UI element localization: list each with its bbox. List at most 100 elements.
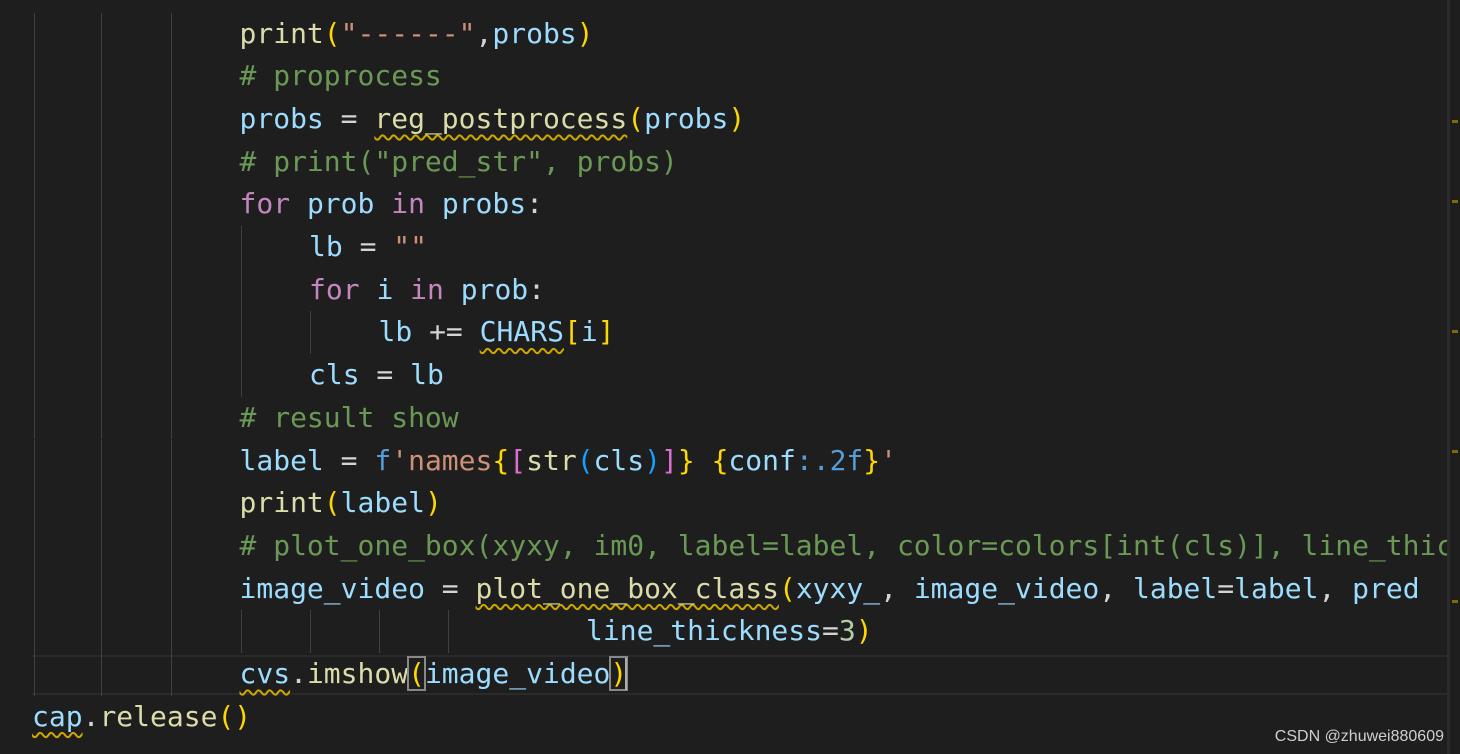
code-token: plot_one_box_class bbox=[475, 571, 779, 605]
code-token: i bbox=[580, 315, 598, 349]
code-editor[interactable]: print("------",probs) # proprocess probs =… bbox=[0, 0, 1450, 754]
indent-guide bbox=[241, 226, 242, 269]
vertical-scrollbar[interactable] bbox=[1450, 0, 1460, 754]
code-line[interactable]: # print("pred_str", probs) bbox=[0, 140, 1450, 184]
code-line[interactable]: probs = reg_postprocess(probs) bbox=[0, 97, 1450, 141]
code-token: ( bbox=[576, 443, 594, 477]
indent-guide bbox=[171, 653, 172, 696]
code-token: lb bbox=[410, 358, 444, 392]
code-text[interactable]: label = f'names{[str(cls)]} {conf:.2f}' bbox=[240, 440, 898, 483]
indent-guide bbox=[171, 311, 172, 355]
code-token: ( bbox=[778, 571, 796, 605]
code-text[interactable]: for prob in probs: bbox=[240, 183, 543, 226]
code-token: , bbox=[1318, 571, 1353, 605]
code-line[interactable]: label = f'names{[str(cls)]} {conf:.2f}' bbox=[0, 439, 1450, 483]
code-token: xyxy_ bbox=[795, 571, 881, 605]
indent-guide bbox=[171, 183, 172, 226]
code-line[interactable]: cap.release() bbox=[0, 696, 1450, 739]
code-text[interactable]: print("------",probs) bbox=[240, 13, 594, 56]
code-line[interactable]: cvs.imshow(image_video) bbox=[0, 653, 1450, 696]
indent-guide bbox=[101, 97, 102, 141]
indent-guide bbox=[101, 226, 102, 269]
code-line[interactable]: # plot_one_box(xyxy, im0, label=label, c… bbox=[0, 524, 1451, 568]
code-token: lb bbox=[378, 315, 413, 349]
code-token: 'names bbox=[391, 443, 493, 477]
code-token: ( bbox=[323, 486, 341, 520]
code-line[interactable]: cls = lb bbox=[0, 354, 1450, 397]
code-token: 3 bbox=[838, 614, 856, 648]
indent-guide bbox=[101, 140, 102, 184]
code-token: = bbox=[359, 358, 411, 392]
code-line[interactable]: lb = "" bbox=[0, 226, 1450, 269]
code-text[interactable]: cvs.imshow(image_video) bbox=[240, 653, 629, 696]
code-token: . bbox=[82, 699, 100, 733]
code-token: cls bbox=[593, 443, 645, 477]
code-text[interactable]: print(label) bbox=[240, 482, 442, 525]
code-token: in bbox=[410, 272, 444, 306]
code-token: += bbox=[412, 315, 480, 349]
code-text[interactable]: # proprocess bbox=[240, 55, 442, 98]
code-token: line_thickness bbox=[586, 614, 823, 648]
code-token: , bbox=[880, 571, 914, 605]
code-text[interactable]: # result show bbox=[240, 397, 459, 440]
code-comment: # print("pred_str", probs) bbox=[239, 144, 678, 178]
indent-guide bbox=[34, 354, 35, 397]
code-line[interactable]: image_video = plot_one_box_class(xyxy_, … bbox=[0, 567, 1450, 611]
indent-guide bbox=[34, 396, 35, 440]
watermark: CSDN @zhuwei880609 bbox=[1274, 728, 1444, 745]
code-token: for bbox=[309, 272, 360, 306]
indent-guide bbox=[34, 12, 35, 56]
code-token: ) bbox=[728, 101, 746, 135]
code-text[interactable]: probs = reg_postprocess(probs) bbox=[240, 98, 746, 141]
indent-guide bbox=[101, 396, 102, 440]
code-line[interactable]: # proprocess bbox=[0, 55, 1450, 98]
indent-guide bbox=[34, 653, 35, 696]
indent-guide bbox=[101, 439, 102, 483]
code-text[interactable]: for i in prob: bbox=[309, 269, 545, 312]
code-token: , bbox=[1099, 571, 1133, 605]
code-line[interactable]: print("------",probs) bbox=[0, 12, 1450, 56]
code-text[interactable]: cap.release() bbox=[32, 696, 251, 739]
code-text[interactable]: image_video = plot_one_box_class(xyxy_, … bbox=[240, 568, 1420, 611]
code-token: probs bbox=[492, 16, 577, 50]
indent-guide bbox=[171, 12, 172, 56]
code-token: { bbox=[492, 443, 510, 477]
indent-guide bbox=[171, 97, 172, 141]
indent-guide bbox=[241, 610, 242, 653]
code-token: cls bbox=[309, 358, 360, 392]
code-token: conf bbox=[728, 443, 796, 477]
code-text[interactable]: lb = "" bbox=[309, 226, 427, 269]
code-line[interactable]: print(label) bbox=[0, 482, 1450, 525]
code-text[interactable]: # print("pred_str", probs) bbox=[240, 141, 678, 184]
code-text[interactable]: # plot_one_box(xyxy, im0, label=label, c… bbox=[240, 525, 1451, 568]
text-cursor bbox=[625, 658, 628, 690]
code-token: pred bbox=[1352, 571, 1420, 605]
code-token: image_video bbox=[913, 571, 1100, 605]
code-token: ] bbox=[597, 315, 615, 349]
indent-guide bbox=[171, 610, 172, 653]
code-token: = bbox=[342, 230, 394, 263]
code-token: probs bbox=[441, 187, 527, 221]
indent-guide bbox=[171, 140, 172, 184]
code-text[interactable]: line_thickness=3) bbox=[586, 610, 873, 653]
indent-guide bbox=[101, 311, 102, 355]
code-token: prob bbox=[460, 272, 529, 306]
code-line[interactable]: line_thickness=3) bbox=[0, 610, 1450, 653]
code-line[interactable]: for prob in probs: bbox=[0, 183, 1450, 226]
indent-guide bbox=[101, 55, 102, 98]
code-line[interactable]: for i in prob: bbox=[0, 268, 1450, 312]
code-line[interactable]: # result show bbox=[0, 396, 1450, 440]
indent-guide bbox=[101, 524, 102, 568]
indent-guide bbox=[101, 354, 102, 397]
indent-guide bbox=[34, 482, 35, 525]
code-text[interactable]: cls = lb bbox=[309, 354, 444, 397]
code-line[interactable]: lb += CHARS[i] bbox=[0, 311, 1450, 355]
indent-guide bbox=[310, 311, 311, 355]
code-token: probs bbox=[644, 101, 729, 135]
code-text[interactable]: lb += CHARS[i] bbox=[379, 311, 615, 354]
indent-guide bbox=[171, 55, 172, 98]
